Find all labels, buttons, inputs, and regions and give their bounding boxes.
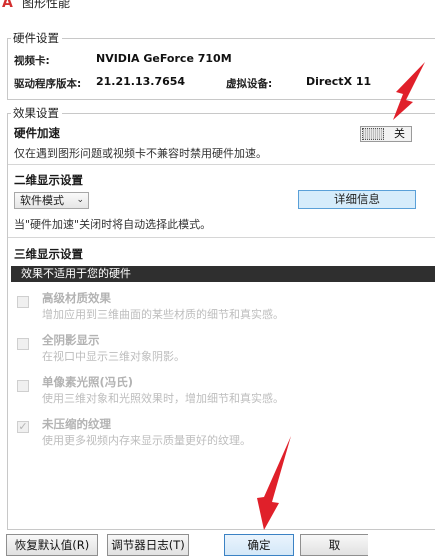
title-bar: A 图形性能 (0, 0, 435, 14)
cancel-button[interactable]: 取 (300, 534, 368, 556)
uncompressed-texture-title: 未压缩的纹理 (42, 417, 111, 431)
driver-version-value: 21.21.13.7654 (96, 75, 186, 88)
full-shadow-checkbox[interactable] (17, 338, 29, 350)
three-d-display-title: 三维显示设置 (14, 247, 83, 261)
hardware-acceleration-title: 硬件加速 (14, 126, 60, 140)
ok-button[interactable]: 确定 (224, 534, 294, 556)
effects-settings-legend: 效果设置 (11, 106, 62, 120)
uncompressed-texture-desc: 使用更多视频内存来显示质量更好的纹理。 (42, 434, 251, 447)
chevron-down-icon: ⌄ (76, 195, 84, 205)
toggle-state-label: 关 (394, 127, 405, 140)
per-pixel-lighting-desc: 使用三维对象和光照效果时，增加细节和真实感。 (42, 392, 284, 405)
two-d-display-title: 二维显示设置 (14, 173, 83, 187)
advanced-material-desc: 增加应用到三维曲面的某些材质的细节和真实感。 (42, 308, 284, 321)
section-divider (8, 237, 435, 238)
window-title: 图形性能 (22, 0, 71, 10)
two-d-note: 当"硬件加速"关闭时将自动选择此模式。 (14, 218, 212, 231)
uncompressed-texture-checkbox[interactable]: ✓ (17, 421, 29, 433)
video-card-label: 视频卡: (14, 55, 50, 67)
driver-version-label: 驱动程序版本: (14, 78, 82, 90)
unsupported-hardware-bar: 效果不适用于您的硬件 (11, 266, 435, 282)
full-shadow-title: 全阴影显示 (42, 333, 100, 347)
render-mode-value: 软件模式 (20, 194, 64, 207)
advanced-material-checkbox[interactable] (17, 296, 29, 308)
video-card-value: NVIDIA GeForce 710M (96, 52, 232, 65)
restore-defaults-button[interactable]: 恢复默认值(R) (6, 534, 98, 556)
check-icon: ✓ (18, 420, 28, 433)
toggle-thumb[interactable] (362, 128, 384, 140)
virtual-device-value: DirectX 11 (306, 75, 372, 88)
tuner-log-button[interactable]: 调节器日志(T) (107, 534, 189, 556)
autocad-a-icon: A (2, 0, 13, 11)
hardware-acceleration-desc: 仅在遇到图形问题或视频卡不兼容时禁用硬件加速。 (14, 147, 267, 160)
virtual-device-label: 虚拟设备: (226, 78, 273, 90)
render-mode-select[interactable]: 软件模式 ⌄ (14, 192, 89, 209)
advanced-material-title: 高级材质效果 (42, 291, 111, 305)
per-pixel-lighting-checkbox[interactable] (17, 380, 29, 392)
per-pixel-lighting-title: 单像素光照(冯氏) (42, 375, 134, 389)
section-divider (8, 164, 435, 165)
hardware-acceleration-toggle[interactable]: 关 (360, 126, 412, 142)
details-button[interactable]: 详细信息 (298, 190, 416, 209)
full-shadow-desc: 在视口中显示三维对象阴影。 (42, 350, 185, 363)
hardware-settings-legend: 硬件设置 (11, 31, 62, 45)
